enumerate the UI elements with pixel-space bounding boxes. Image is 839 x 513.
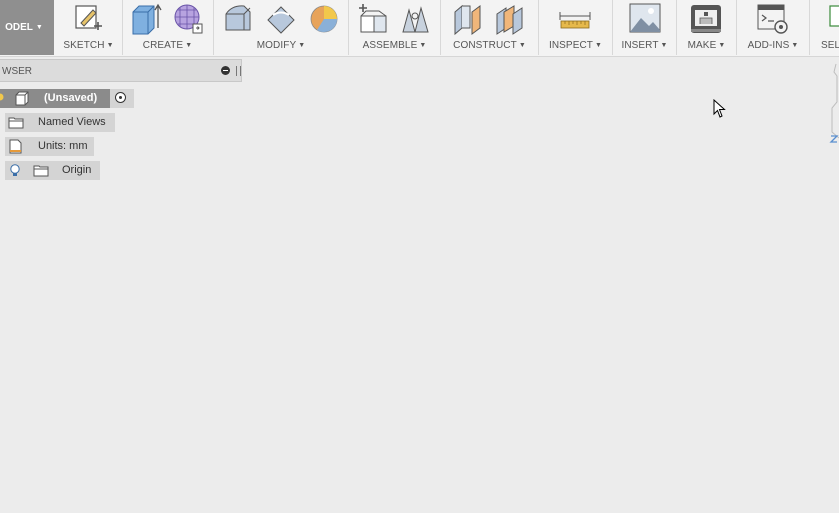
folder-icon [8, 117, 24, 129]
select-icon[interactable] [828, 2, 839, 36]
named-views-label: Named Views [38, 116, 106, 128]
new-component-icon[interactable] [357, 2, 389, 36]
caret-down-icon: ▼ [718, 42, 726, 49]
caret-down-icon: ▼ [595, 42, 603, 49]
caret-down-icon: ▼ [185, 42, 193, 49]
caret-down-icon: ▼ [791, 42, 799, 49]
browser-root-node[interactable]: (Unsaved) [0, 89, 110, 108]
insert-image-icon[interactable] [629, 2, 661, 36]
offset-plane-icon[interactable] [452, 2, 484, 36]
extrude-icon[interactable] [130, 2, 162, 36]
make-group[interactable]: MAKE ▼ [677, 0, 737, 55]
make-label: MAKE [687, 40, 717, 51]
mouse-cursor-icon [713, 99, 726, 118]
construct-label: CONSTRUCT [453, 40, 517, 51]
browser-node-units[interactable]: Units: mm [5, 137, 94, 156]
select-group[interactable]: SEL [810, 0, 839, 55]
inspect-label: INSPECT [548, 40, 593, 51]
toolbar: ODEL ▼ SKETCH ▼ CREATE ▼ MODIFY ▼ ASSEMB… [0, 0, 839, 57]
browser-header: WSER [0, 59, 242, 82]
lightbulb-icon[interactable] [9, 164, 21, 178]
create-group[interactable]: CREATE ▼ [122, 0, 214, 55]
select-label: SEL [821, 40, 839, 51]
root-node-label: (Unsaved) [44, 92, 98, 104]
fillet-icon[interactable] [265, 2, 297, 36]
insert-group[interactable]: INSERT ▼ [613, 0, 677, 55]
browser-node-origin[interactable]: Origin [5, 161, 100, 180]
assemble-group[interactable]: ASSEMBLE ▼ [349, 0, 441, 55]
units-document-icon [9, 139, 22, 154]
folder-icon [33, 165, 49, 177]
caret-down-icon: ▼ [518, 42, 526, 49]
modify-label: MODIFY [256, 40, 297, 51]
panel-handle-icon[interactable] [236, 66, 241, 76]
midplane-icon[interactable] [494, 2, 526, 36]
units-label: Units: mm [38, 140, 88, 152]
browser-node-named-views[interactable]: Named Views [5, 113, 115, 132]
3d-print-icon[interactable] [690, 2, 722, 36]
viewcube-icon[interactable] [828, 62, 839, 144]
activate-radio[interactable] [110, 89, 134, 108]
workspace-switcher[interactable]: ODEL ▼ [0, 0, 54, 55]
visibility-bulb-icon[interactable] [0, 93, 5, 104]
caret-down-icon: ▼ [298, 42, 306, 49]
measure-icon[interactable] [559, 2, 591, 36]
caret-down-icon: ▼ [660, 42, 668, 49]
create-sketch-icon[interactable] [72, 2, 104, 36]
joint-icon[interactable] [399, 2, 431, 36]
sketch-group[interactable]: SKETCH ▼ [55, 0, 123, 55]
workspace-label: ODEL [5, 22, 33, 33]
inspect-group[interactable]: INSPECT ▼ [539, 0, 613, 55]
modify-group[interactable]: MODIFY ▼ [214, 0, 349, 55]
caret-down-icon: ▼ [106, 42, 114, 49]
add-ins-label: ADD-INS [747, 40, 790, 51]
origin-label: Origin [62, 164, 92, 176]
construct-group[interactable]: CONSTRUCT ▼ [441, 0, 539, 55]
press-pull-icon[interactable] [222, 2, 254, 36]
form-icon[interactable] [172, 2, 204, 36]
sketch-label: SKETCH [63, 40, 105, 51]
add-ins-group[interactable]: ADD-INS ▼ [737, 0, 810, 55]
scripts-icon[interactable] [757, 2, 789, 36]
assemble-label: ASSEMBLE [362, 40, 418, 51]
insert-label: INSERT [621, 40, 659, 51]
appearance-icon[interactable] [308, 2, 340, 36]
create-label: CREATE [142, 40, 184, 51]
browser-title: WSER [2, 66, 32, 77]
caret-down-icon: ▼ [419, 42, 427, 49]
document-icon [15, 91, 29, 106]
collapse-icon[interactable] [221, 66, 230, 75]
caret-down-icon: ▼ [35, 24, 43, 31]
radio-icon [115, 92, 126, 103]
